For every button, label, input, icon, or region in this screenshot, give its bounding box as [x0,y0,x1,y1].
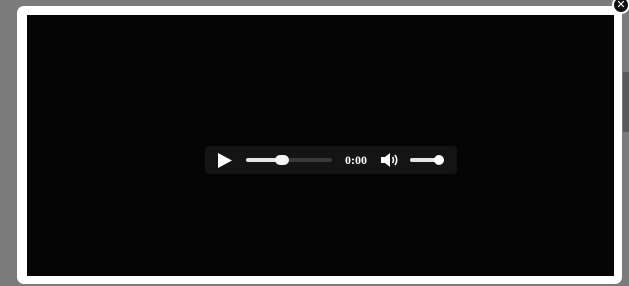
progress-bar[interactable] [246,155,332,165]
play-button[interactable] [216,152,234,169]
volume-slider[interactable] [410,155,445,165]
volume-icon [381,153,398,167]
page-scrollbar[interactable] [623,72,629,132]
mute-button[interactable] [380,151,400,169]
volume-handle[interactable] [434,155,445,165]
close-button[interactable]: ✕ [612,0,629,14]
close-icon: ✕ [616,0,626,11]
player-controls: 0:00 [205,146,457,174]
video-player[interactable]: 0:00 [27,15,614,276]
video-modal: 0:00 [17,6,622,284]
play-icon [218,153,232,168]
progress-handle[interactable] [275,155,290,165]
current-time: 0:00 [345,153,367,167]
